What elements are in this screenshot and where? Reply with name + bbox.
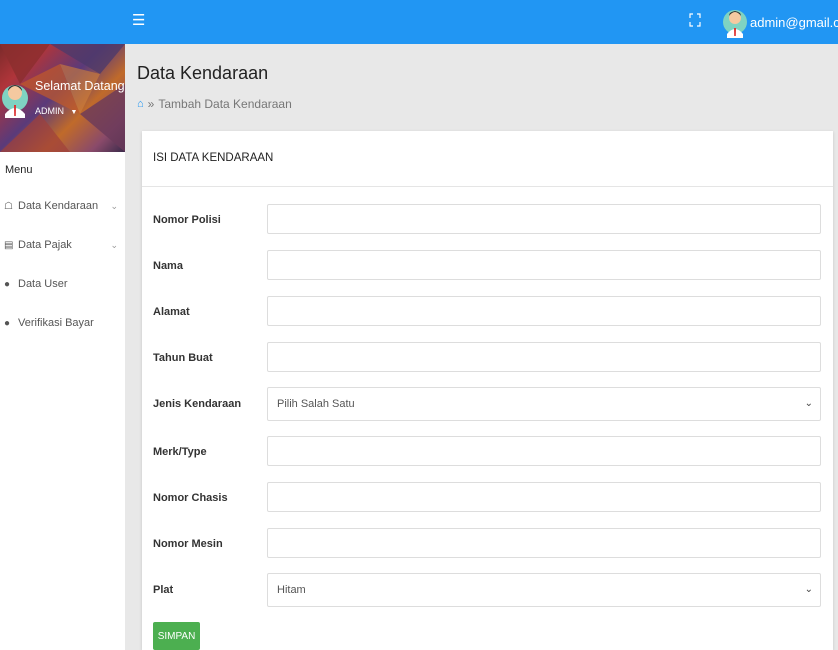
sidebar-item-data-user[interactable]: ● Data User <box>4 278 122 290</box>
tahun-buat-input[interactable] <box>267 342 821 372</box>
label-plat: Plat <box>153 584 174 596</box>
avatar <box>2 85 28 118</box>
sidebar-item-data-pajak[interactable]: ▤ Data Pajak ⌄ <box>4 239 122 251</box>
sidebar-item-data-kendaraan[interactable]: ☖ Data Kendaraan ⌄ <box>4 200 122 212</box>
label-nama: Nama <box>153 260 183 272</box>
label-nomor-polisi: Nomor Polisi <box>153 214 221 226</box>
car-icon: ☖ <box>4 200 13 212</box>
nomor-polisi-input[interactable] <box>267 204 821 234</box>
user-icon: ● <box>4 317 11 329</box>
label-merk-type: Merk/Type <box>153 446 207 458</box>
sidebar-item-label: Data User <box>18 278 68 290</box>
select-value: Hitam <box>277 584 306 596</box>
fullscreen-icon[interactable] <box>689 13 701 27</box>
card-header: ISI DATA KENDARAAN <box>142 131 833 187</box>
role-dropdown[interactable]: ADMIN ▼ <box>35 106 77 116</box>
alamat-input[interactable] <box>267 296 821 326</box>
label-tahun-buat: Tahun Buat <box>153 352 213 364</box>
select-value: Pilih Salah Satu <box>277 398 355 410</box>
caret-down-icon[interactable]: ▼ <box>71 109 78 116</box>
chevron-down-icon: ⌄ <box>110 200 118 211</box>
page-title: Data Kendaraan <box>137 63 269 83</box>
document-icon: ▤ <box>4 239 14 251</box>
breadcrumb: ⌂ » Tambah Data Kendaraan <box>137 97 292 111</box>
chevron-down-icon: ⌄ <box>804 398 813 409</box>
simpan-button[interactable]: SIMPAN <box>153 622 200 650</box>
label-jenis-kendaraan: Jenis Kendaraan <box>153 398 242 410</box>
sidebar: Selamat Datang ADMIN ▼ Menu ☖ Data Kenda… <box>0 44 125 650</box>
breadcrumb-separator: » <box>147 97 155 111</box>
label-nomor-chasis: Nomor Chasis <box>153 492 228 504</box>
form-card: ISI DATA KENDARAAN Nomor Polisi Nama Ala… <box>142 131 833 650</box>
merk-type-input[interactable] <box>267 436 821 466</box>
nomor-mesin-input[interactable] <box>267 528 821 558</box>
welcome-text: Selamat Datang <box>35 79 125 93</box>
profile-banner: Selamat Datang ADMIN ▼ <box>0 44 125 152</box>
sidebar-item-verifikasi-bayar[interactable]: ● Verifikasi Bayar <box>4 317 122 329</box>
nama-input[interactable] <box>267 250 821 280</box>
role-label[interactable]: ADMIN <box>35 106 64 116</box>
home-icon[interactable]: ⌂ <box>137 98 144 110</box>
label-nomor-mesin: Nomor Mesin <box>153 538 223 550</box>
nomor-chasis-input[interactable] <box>267 482 821 512</box>
hamburger-icon[interactable]: ☰ <box>132 12 145 30</box>
avatar <box>723 10 747 38</box>
sidebar-item-label: Data Kendaraan <box>18 200 99 212</box>
chevron-down-icon: ⌄ <box>110 239 118 250</box>
user-icon: ● <box>4 278 11 290</box>
user-email[interactable]: admin@gmail.com <box>750 15 838 30</box>
breadcrumb-current: Tambah Data Kendaraan <box>158 97 292 111</box>
top-navbar: ☰ admin@gmail.com ▼ <box>0 0 838 44</box>
plat-select[interactable]: Hitam ⌄ <box>267 573 821 607</box>
chevron-down-icon: ⌄ <box>804 584 813 595</box>
label-alamat: Alamat <box>153 306 190 318</box>
card-title: ISI DATA KENDARAAN <box>153 152 274 164</box>
sidebar-item-label: Data Pajak <box>18 239 72 251</box>
user-menu[interactable]: admin@gmail.com ▼ <box>723 6 838 38</box>
sidebar-item-label: Verifikasi Bayar <box>18 317 94 329</box>
jenis-kendaraan-select[interactable]: Pilih Salah Satu ⌄ <box>267 387 821 421</box>
menu-heading: Menu <box>5 164 33 176</box>
